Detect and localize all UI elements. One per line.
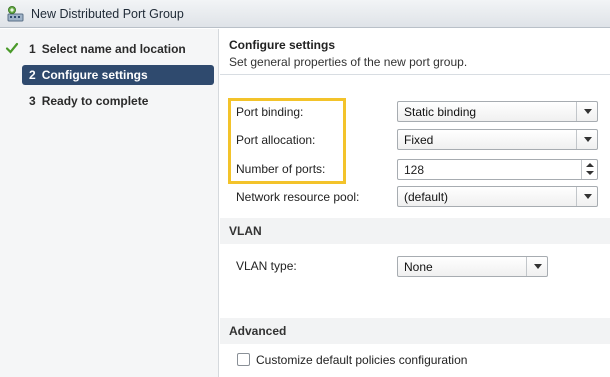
step-label: Select name and location bbox=[41, 42, 186, 56]
title-bar: New Distributed Port Group bbox=[0, 0, 610, 28]
port-group-icon bbox=[7, 6, 24, 22]
vlan-section-header: VLAN bbox=[220, 218, 610, 244]
decrement-arrow-icon[interactable] bbox=[586, 171, 594, 175]
chevron-down-icon bbox=[584, 194, 592, 199]
vlan-type-label: VLAN type: bbox=[236, 259, 297, 273]
chevron-down-icon bbox=[584, 109, 592, 114]
window-title: New Distributed Port Group bbox=[31, 7, 184, 21]
number-of-ports-value: 128 bbox=[404, 163, 425, 177]
customize-policies-checkbox[interactable] bbox=[237, 353, 250, 366]
port-binding-select[interactable]: Static binding bbox=[397, 101, 598, 122]
network-resource-pool-select[interactable]: (default) bbox=[397, 186, 598, 207]
header-divider bbox=[220, 74, 610, 75]
step-select-name-location[interactable]: 1 Select name and location bbox=[22, 39, 214, 59]
content-panel: Configure settings Set general propertie… bbox=[220, 29, 610, 377]
dropdown-button[interactable] bbox=[576, 187, 597, 206]
port-binding-value: Static binding bbox=[404, 105, 477, 119]
advanced-section-header: Advanced bbox=[220, 318, 610, 344]
network-resource-pool-label: Network resource pool: bbox=[236, 190, 360, 204]
vlan-type-select[interactable]: None bbox=[397, 256, 548, 277]
customize-policies-label[interactable]: Customize default policies configuration bbox=[256, 353, 467, 367]
stepper-buttons[interactable] bbox=[581, 160, 597, 179]
dropdown-button[interactable] bbox=[526, 257, 547, 276]
step-ready-to-complete[interactable]: 3 Ready to complete bbox=[22, 91, 214, 111]
step-number: 3 bbox=[29, 94, 36, 108]
chevron-down-icon bbox=[534, 264, 542, 269]
checkmark-icon bbox=[5, 42, 19, 54]
port-allocation-label: Port allocation: bbox=[236, 133, 316, 147]
step-label: Configure settings bbox=[41, 68, 148, 82]
page-title: Configure settings bbox=[229, 38, 336, 52]
port-binding-label: Port binding: bbox=[236, 105, 304, 119]
step-number: 1 bbox=[29, 42, 36, 56]
number-of-ports-stepper[interactable]: 128 bbox=[397, 159, 598, 180]
advanced-section-title: Advanced bbox=[229, 324, 287, 338]
port-allocation-value: Fixed bbox=[404, 133, 434, 147]
step-configure-settings[interactable]: 2 Configure settings bbox=[22, 65, 214, 85]
network-resource-pool-value: (default) bbox=[404, 190, 449, 204]
port-allocation-select[interactable]: Fixed bbox=[397, 129, 598, 150]
wizard-steps: 1 Select name and location 2 Configure s… bbox=[0, 29, 219, 377]
chevron-down-icon bbox=[584, 137, 592, 142]
step-label: Ready to complete bbox=[41, 94, 149, 108]
dropdown-button[interactable] bbox=[576, 102, 597, 121]
vlan-type-value: None bbox=[404, 260, 433, 274]
step-number: 2 bbox=[29, 68, 36, 82]
increment-arrow-icon[interactable] bbox=[586, 163, 594, 167]
dropdown-button[interactable] bbox=[576, 130, 597, 149]
page-subtitle: Set general properties of the new port g… bbox=[229, 55, 468, 69]
number-of-ports-label: Number of ports: bbox=[236, 162, 326, 176]
vlan-section-title: VLAN bbox=[229, 224, 262, 238]
